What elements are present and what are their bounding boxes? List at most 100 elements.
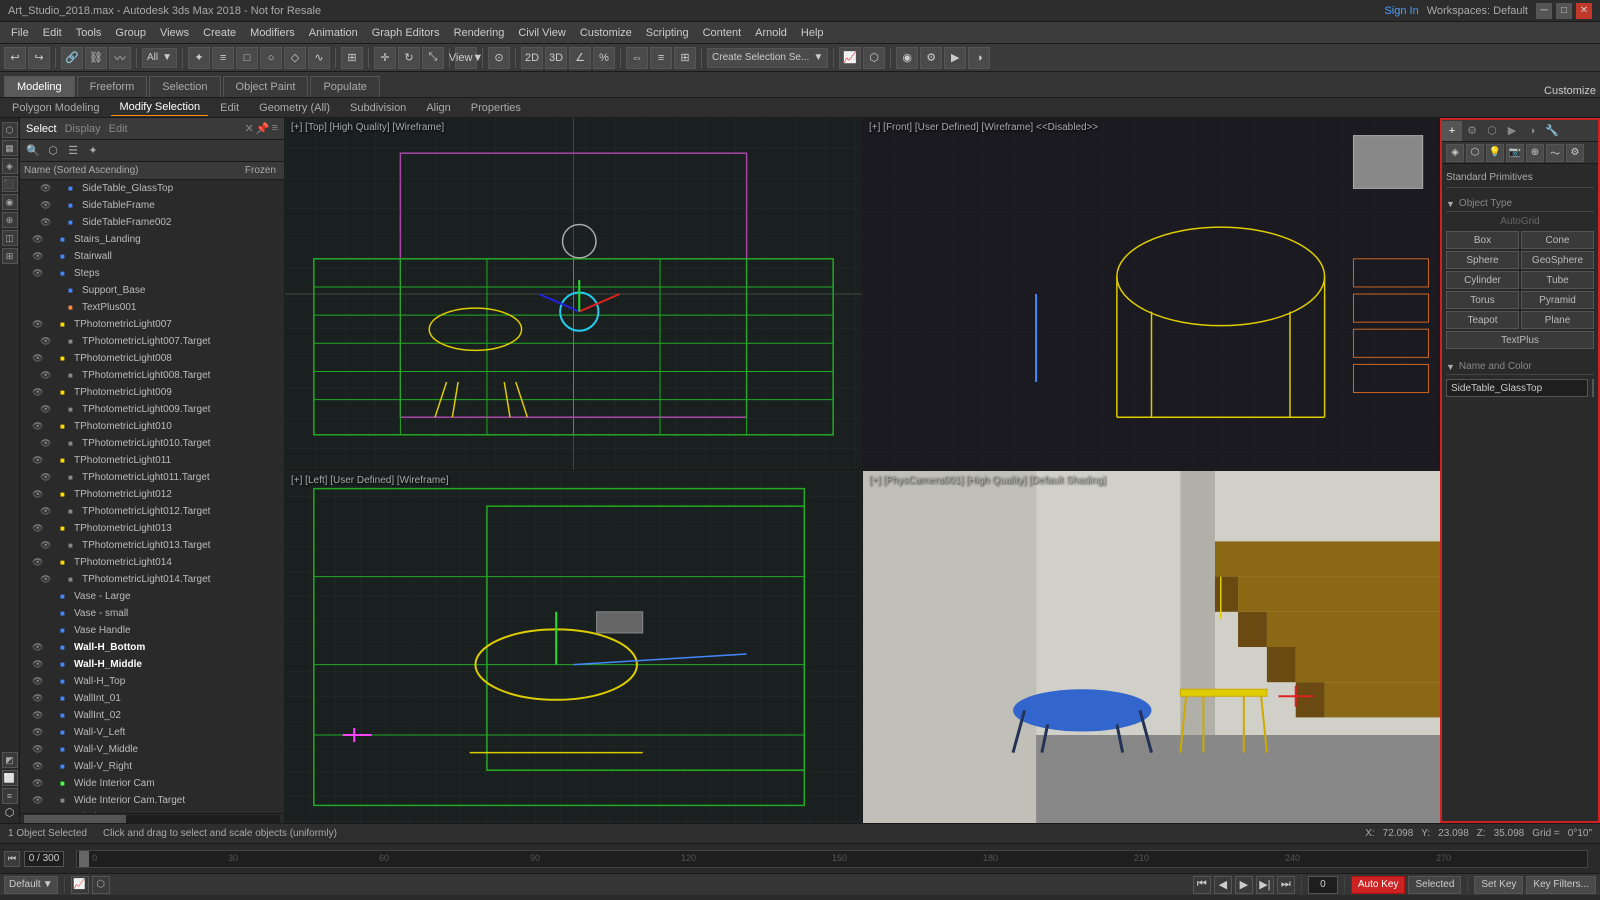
viewport-front[interactable]: [+] [Front] [User Defined] [Wireframe] <… — [863, 118, 1440, 470]
left-icon-3[interactable]: ◈ — [2, 158, 18, 174]
eye-icon-23[interactable]: 👁 — [40, 574, 54, 585]
btn-box[interactable]: Box — [1446, 231, 1519, 249]
tab-populate[interactable]: Populate — [310, 76, 379, 97]
mini-dopesheet-btn[interactable]: ⬡ — [92, 876, 110, 894]
scene-hscroll-thumb[interactable] — [24, 815, 126, 823]
viewport-top[interactable]: [+] [Top] [High Quality] [Wireframe] — [285, 118, 862, 470]
name-color-expand[interactable]: ▼ — [1446, 362, 1455, 372]
rp-tab-create[interactable]: + — [1442, 121, 1462, 141]
menu-rendering[interactable]: Rendering — [447, 25, 512, 41]
material-editor-button[interactable]: ◉ — [896, 47, 918, 69]
menu-create[interactable]: Create — [196, 25, 243, 41]
btn-pyramid[interactable]: Pyramid — [1521, 291, 1594, 309]
frame-input-field[interactable]: 0 — [1308, 876, 1338, 894]
viewport-left[interactable]: [+] [Left] [User Defined] [Wireframe] — [285, 471, 862, 823]
object-color-picker[interactable] — [1592, 379, 1594, 397]
subtab-polygon-modeling[interactable]: Polygon Modeling — [4, 100, 107, 116]
viewport-camera[interactable]: [+] [PhysCamera001] [High Quality] [Defa… — [863, 471, 1440, 823]
scene-item-31[interactable]: 👁🔒■WallInt_02 — [20, 707, 284, 724]
object-type-expand[interactable]: ▼ — [1446, 199, 1455, 209]
scene-item-6[interactable]: 🔒■Support_Base — [20, 282, 284, 299]
scene-item-26[interactable]: 🔒■Vase Handle — [20, 622, 284, 639]
eye-icon-27[interactable]: 👁 — [32, 642, 46, 653]
subtab-geometry-all[interactable]: Geometry (All) — [251, 100, 338, 116]
subtab-modify-selection[interactable]: Modify Selection — [111, 99, 208, 116]
scene-tb-4[interactable]: ✦ — [84, 142, 102, 160]
scene-item-12[interactable]: 👁🔒■TPhotometricLight009 — [20, 384, 284, 401]
scene-tb-1[interactable]: 🔍 — [24, 142, 42, 160]
scene-item-3[interactable]: 👁🔒■Stairs_Landing — [20, 231, 284, 248]
mirror-button[interactable]: ⇔ — [626, 47, 648, 69]
eye-icon-8[interactable]: 👁 — [32, 319, 46, 330]
tab-object-paint[interactable]: Object Paint — [223, 76, 309, 97]
redo-button[interactable]: ↪ — [28, 47, 50, 69]
eye-icon-22[interactable]: 👁 — [32, 557, 46, 568]
percent-snap-button[interactable]: % — [593, 47, 615, 69]
fence-select-button[interactable]: ◇ — [284, 47, 306, 69]
play-button[interactable]: ▶ — [1235, 876, 1253, 894]
curve-editor-button[interactable]: 📈 — [839, 47, 861, 69]
2d-snap-button[interactable]: 2D — [521, 47, 543, 69]
eye-icon-20[interactable]: 👁 — [32, 523, 46, 534]
scene-pin-btn[interactable]: 📌 — [256, 122, 270, 135]
eye-icon-19[interactable]: 👁 — [40, 506, 54, 517]
menu-content[interactable]: Content — [696, 25, 749, 41]
scene-item-8[interactable]: 👁🔒■TPhotometricLight007 — [20, 316, 284, 333]
timeline-thumb[interactable] — [79, 851, 89, 867]
scene-item-7[interactable]: 🔒■TextPlus001 — [20, 299, 284, 316]
3d-snap-button[interactable]: 3D — [545, 47, 567, 69]
eye-icon-18[interactable]: 👁 — [32, 489, 46, 500]
tab-modeling[interactable]: Modeling — [4, 76, 75, 97]
eye-icon-13[interactable]: 👁 — [40, 404, 54, 415]
ref-coord-dropdown[interactable]: View▼ — [455, 47, 477, 69]
rp-icon-helpers[interactable]: ⊕ — [1526, 144, 1544, 162]
eye-icon-9[interactable]: 👁 — [40, 336, 54, 347]
object-name-input[interactable] — [1446, 379, 1588, 397]
btn-textplus[interactable]: TextPlus — [1446, 331, 1594, 349]
scene-item-2[interactable]: 👁🔒■SideTableFrame002 — [20, 214, 284, 231]
maximize-button[interactable]: □ — [1556, 3, 1572, 19]
rp-icon-geometry[interactable]: ◈ — [1446, 144, 1464, 162]
scene-item-33[interactable]: 👁🔒■Wall-V_Middle — [20, 741, 284, 758]
left-icon-1[interactable]: ⬡ — [2, 122, 18, 138]
scene-item-5[interactable]: 👁🔒■Steps — [20, 265, 284, 282]
scene-item-10[interactable]: 👁🔒■TPhotometricLight008 — [20, 350, 284, 367]
left-icon-4[interactable]: ⬛ — [2, 176, 18, 192]
eye-icon-21[interactable]: 👁 — [40, 540, 54, 551]
tab-freeform[interactable]: Freeform — [77, 76, 148, 97]
select-object-button[interactable]: ✦ — [188, 47, 210, 69]
left-icon-7[interactable]: ◫ — [2, 230, 18, 246]
select-scale-button[interactable]: ⤡ — [422, 47, 444, 69]
left-icon-bottom-2[interactable]: ⬜ — [2, 770, 18, 786]
eye-icon-16[interactable]: 👁 — [32, 455, 46, 466]
eye-icon-36[interactable]: 👁 — [32, 795, 46, 806]
eye-icon-15[interactable]: 👁 — [40, 438, 54, 449]
btn-cylinder[interactable]: Cylinder — [1446, 271, 1519, 289]
left-icon-bottom-4[interactable]: ⬡ — [5, 806, 15, 819]
menu-graph-editors[interactable]: Graph Editors — [365, 25, 447, 41]
play-prev-frame[interactable]: ◀ — [1214, 876, 1232, 894]
sign-in-label[interactable]: Sign In — [1384, 5, 1418, 17]
mini-curve-editor-btn[interactable]: 📈 — [71, 876, 89, 894]
scene-tab-display[interactable]: Display — [65, 123, 101, 135]
eye-icon-29[interactable]: 👁 — [32, 676, 46, 687]
play-first-frame[interactable]: ⏮ — [1193, 876, 1211, 894]
eye-icon-1[interactable]: 👁 — [40, 200, 54, 211]
timeline-play-prev[interactable]: ⏮ — [4, 851, 20, 867]
eye-icon-30[interactable]: 👁 — [32, 693, 46, 704]
play-next-frame[interactable]: ▶| — [1256, 876, 1274, 894]
eye-icon-28[interactable]: 👁 — [32, 659, 46, 670]
scene-item-0[interactable]: 👁🔒■SideTable_GlassTop — [20, 180, 284, 197]
left-icon-5[interactable]: ◉ — [2, 194, 18, 210]
btn-torus[interactable]: Torus — [1446, 291, 1519, 309]
select-by-name-button[interactable]: ≡ — [212, 47, 234, 69]
tab-selection[interactable]: Selection — [149, 76, 220, 97]
left-icon-2[interactable]: ▦ — [2, 140, 18, 156]
eye-icon-2[interactable]: 👁 — [40, 217, 54, 228]
align-button[interactable]: ≡ — [650, 47, 672, 69]
timeline-frame-input[interactable]: 0 / 300 — [24, 851, 64, 867]
scene-item-16[interactable]: 👁🔒■TPhotometricLight011 — [20, 452, 284, 469]
menu-tools[interactable]: Tools — [69, 25, 109, 41]
lasso-select-button[interactable]: ∿ — [308, 47, 330, 69]
btn-cone[interactable]: Cone — [1521, 231, 1594, 249]
